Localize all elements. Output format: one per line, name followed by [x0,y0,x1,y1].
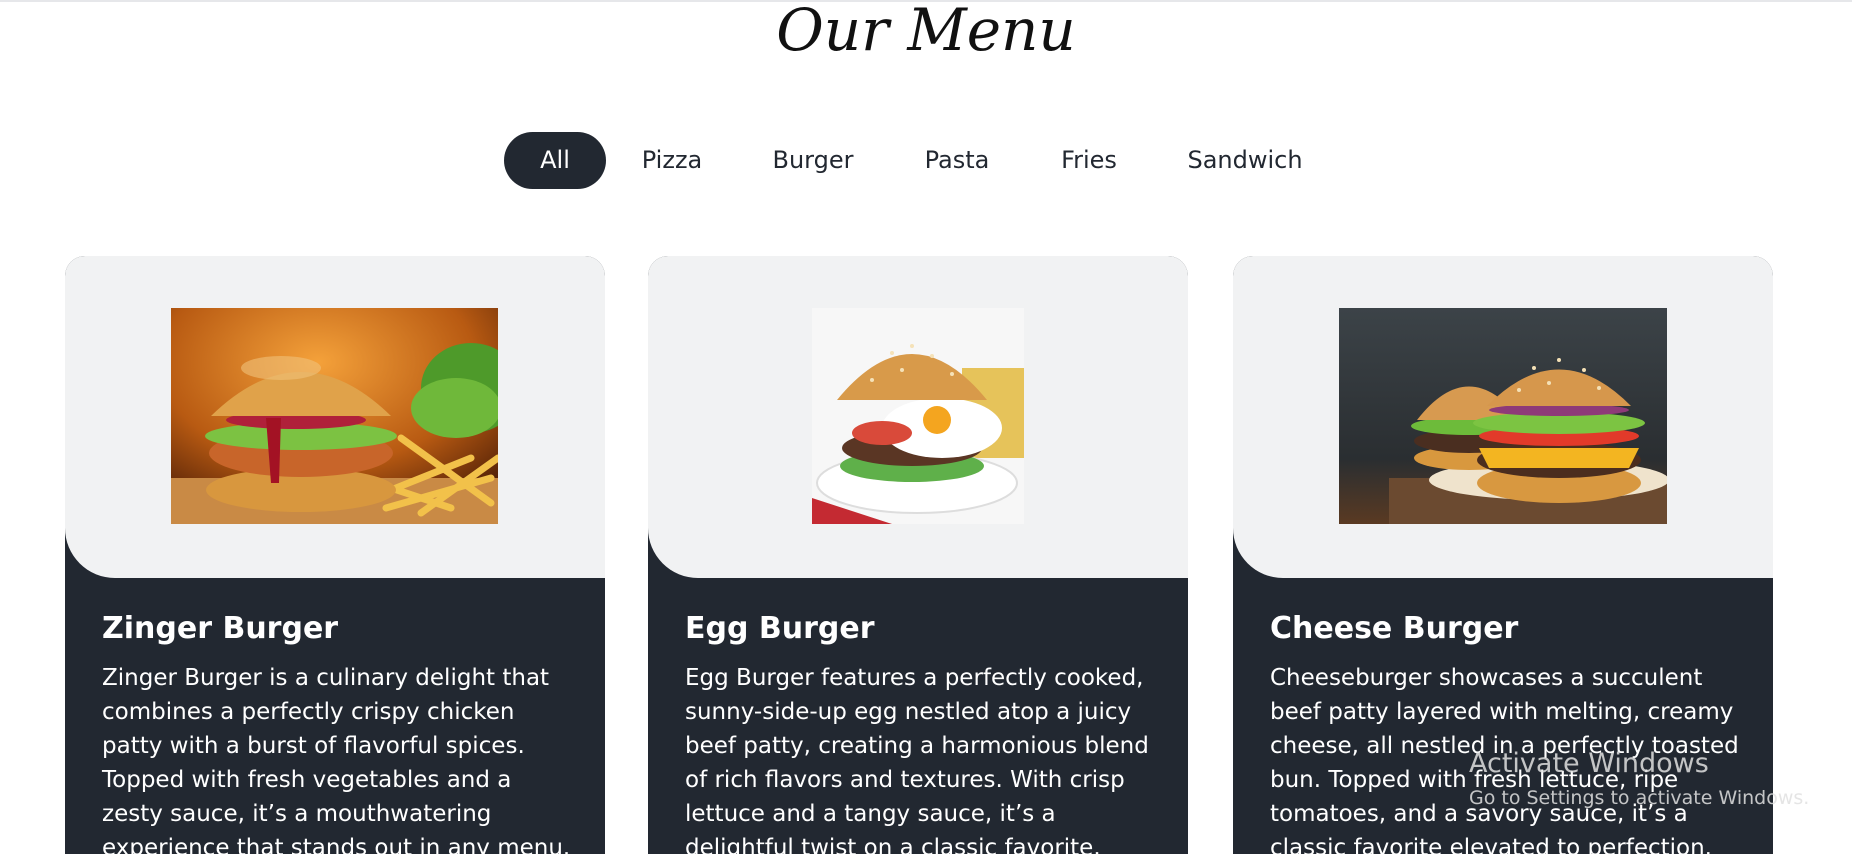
page-title: Our Menu [776,0,1076,64]
egg-burger-image [812,308,1024,524]
menu-card-egg-burger[interactable]: Egg Burger Egg Burger features a perfect… [648,256,1188,854]
activate-windows-title: Activate Windows [1469,748,1709,779]
filter-fries[interactable]: Fries [1049,132,1129,189]
filter-all[interactable]: All [504,132,606,189]
card-image-area [648,256,1188,578]
cheese-burger-image [1339,308,1667,524]
card-description: Egg Burger features a perfectly cooked, … [685,665,1149,854]
filter-burger[interactable]: Burger [763,132,863,189]
menu-card-zinger-burger[interactable]: Zinger Burger Zinger Burger is a culinar… [65,256,605,854]
card-title: Cheese Burger [1270,611,1519,646]
filter-pasta[interactable]: Pasta [912,132,1002,189]
filter-sandwich[interactable]: Sandwich [1182,132,1308,189]
filter-pizza[interactable]: Pizza [629,132,715,189]
menu-filters: All Pizza Burger Pasta Fries Sandwich [0,132,1852,189]
card-title: Egg Burger [685,611,875,646]
card-title: Zinger Burger [102,611,339,646]
card-image-area [65,256,605,578]
zinger-burger-image [171,308,498,524]
activate-windows-subtitle: Go to Settings to activate Windows. [1469,787,1810,809]
card-description: Zinger Burger is a culinary delight that… [102,665,571,854]
card-image-area [1233,256,1773,578]
